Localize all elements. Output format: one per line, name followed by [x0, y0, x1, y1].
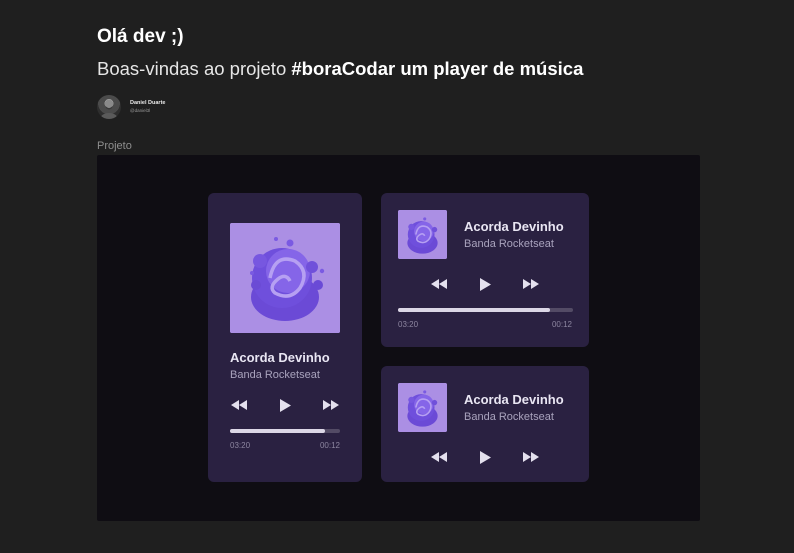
fast-forward-icon — [523, 452, 539, 462]
fast-forward-button[interactable] — [322, 397, 340, 413]
progress-fill — [398, 308, 551, 312]
album-cover-image — [230, 223, 340, 333]
playback-controls — [430, 276, 540, 292]
music-player-card-compact: Acorda Devinho Banda Rocketseat 03:20 00… — [381, 193, 589, 347]
album-art-blob-icon — [230, 223, 340, 333]
album-art-blob-icon — [398, 210, 447, 259]
author-block[interactable]: Daniel Duarte @daniel3l — [97, 95, 165, 119]
song-artist: Banda Rocketseat — [464, 411, 554, 423]
avatar[interactable] — [97, 95, 121, 119]
progress-fill — [230, 429, 325, 433]
album-cover-image — [398, 210, 447, 259]
play-button[interactable] — [276, 397, 294, 413]
author-info: Daniel Duarte @daniel3l — [130, 99, 166, 114]
time-total: 03:20 — [398, 320, 419, 329]
play-icon — [479, 277, 491, 291]
play-icon — [279, 398, 291, 412]
play-button[interactable] — [476, 449, 494, 465]
rewind-icon — [231, 400, 247, 410]
author-handle: @daniel3l — [130, 108, 151, 113]
music-player-card-large: Acorda Devinho Banda Rocketseat 03:20 00… — [208, 193, 362, 482]
project-canvas: Acorda Devinho Banda Rocketseat 03:20 00… — [97, 155, 700, 521]
rewind-icon — [431, 452, 447, 462]
greeting-heading: Olá dev ;) — [97, 26, 184, 47]
time-elapsed: 00:12 — [319, 441, 340, 450]
song-title: Acorda Devinho — [464, 219, 564, 234]
rewind-button[interactable] — [430, 276, 448, 292]
rewind-icon — [431, 279, 447, 289]
rewind-button[interactable] — [230, 397, 248, 413]
time-total: 03:20 — [230, 441, 251, 450]
fast-forward-icon — [323, 400, 339, 410]
time-elapsed: 00:12 — [551, 320, 572, 329]
play-icon — [479, 450, 491, 464]
song-artist: Banda Rocketseat — [464, 238, 554, 250]
play-button[interactable] — [476, 276, 494, 292]
song-title: Acorda Devinho — [230, 350, 330, 365]
subtitle-prefix: Boas-vindas ao projeto — [97, 58, 292, 79]
album-cover-image — [398, 383, 447, 432]
album-art-blob-icon — [398, 383, 447, 432]
progress-bar[interactable] — [230, 429, 340, 433]
author-name: Daniel Duarte — [130, 99, 166, 106]
song-artist: Banda Rocketseat — [230, 369, 320, 381]
fast-forward-icon — [523, 279, 539, 289]
fast-forward-button[interactable] — [522, 276, 540, 292]
playback-controls — [230, 397, 340, 413]
rewind-button[interactable] — [430, 449, 448, 465]
progress-bar[interactable] — [398, 308, 573, 312]
subtitle-highlight: #boraCodar um player de música — [291, 58, 584, 79]
page-subtitle: Boas-vindas ao projeto #boraCodar um pla… — [97, 58, 583, 80]
playback-controls — [430, 449, 540, 465]
section-label: Projeto — [97, 140, 132, 152]
fast-forward-button[interactable] — [522, 449, 540, 465]
music-player-card-mini: Acorda Devinho Banda Rocketseat — [381, 366, 589, 482]
song-title: Acorda Devinho — [464, 392, 564, 407]
